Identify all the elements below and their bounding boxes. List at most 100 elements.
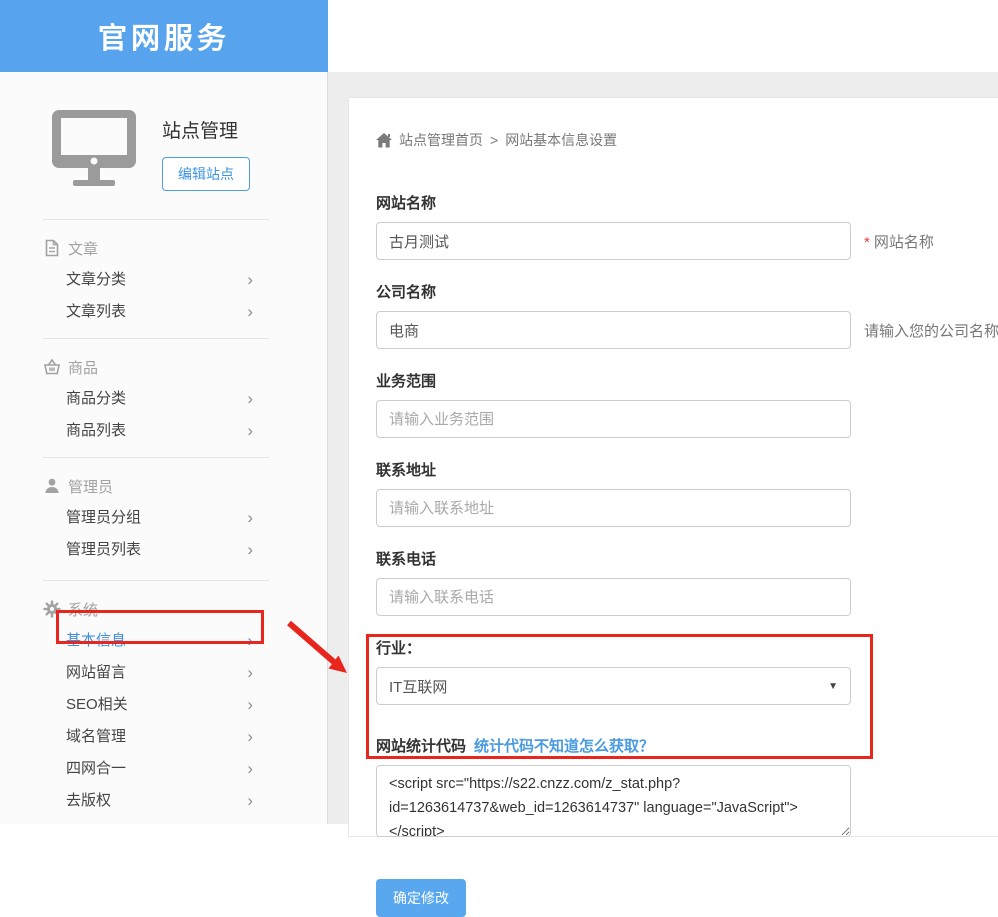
breadcrumb-current: 网站基本信息设置 [505,130,617,150]
menu-section-articles: 文章 文章分类 › 文章列表 › [0,232,327,328]
menu-item-label: 域名管理 [66,728,126,745]
document-icon [43,239,61,257]
sidebar-item-remove-copyright[interactable]: 去版权 › [0,785,327,817]
section-header-articles: 文章 [0,232,327,264]
submit-button[interactable]: 确定修改 [376,879,466,917]
edit-site-button[interactable]: 编辑站点 [162,157,250,191]
menu-item-label: 文章分类 [66,271,126,288]
chevron-right-icon: › [247,625,253,657]
field-contact-address: 联系地址 [376,459,998,527]
chevron-right-icon: › [247,785,253,817]
chevron-right-icon: › [247,264,253,296]
section-header-products: 商品 [0,351,327,383]
field-business-scope: 业务范围 [376,370,998,438]
sidebar-item-four-networks[interactable]: 四网合一 › [0,753,327,785]
sidebar-item-article-category[interactable]: 文章分类 › [0,264,327,296]
menu-section-admins: 管理员 管理员分组 › 管理员列表 › [0,470,327,566]
field-label: 联系电话 [376,548,998,569]
field-contact-phone: 联系电话 [376,548,998,616]
menu-item-label: SEO相关 [66,696,128,713]
brand-area: 官网服务 [0,0,328,72]
site-info-block: 站点管理 编辑站点 [0,72,327,191]
sidebar-item-product-category[interactable]: 商品分类 › [0,383,327,415]
sidebar-item-article-list[interactable]: 文章列表 › [0,296,327,328]
field-website-name: 网站名称 *网站名称 [376,192,998,260]
field-industry: 行业： IT互联网 ▼ [376,637,998,705]
user-icon [43,477,61,495]
menu-item-label: 基本信息 [66,632,126,649]
chevron-right-icon: › [247,296,253,328]
menu-section-products: 商品 商品分类 › 商品列表 › [0,351,327,447]
stats-code-textarea[interactable]: <script src="https://s22.cnzz.com/z_stat… [376,765,851,837]
section-header-system: 系统 [0,593,327,625]
section-label: 文章 [68,238,98,259]
chevron-right-icon: › [247,502,253,534]
gear-icon [43,600,61,618]
field-label: 公司名称 [376,281,998,302]
breadcrumb-home-link[interactable]: 站点管理首页 [399,130,483,150]
industry-select[interactable]: IT互联网 ▼ [376,667,851,705]
menu-item-label: 商品列表 [66,422,126,439]
sidebar-item-domain[interactable]: 域名管理 › [0,721,327,753]
sidebar-item-admin-groups[interactable]: 管理员分组 › [0,502,327,534]
menu-item-label: 四网合一 [66,760,126,777]
website-name-input[interactable] [376,222,851,260]
divider [43,219,269,220]
home-icon [376,133,392,148]
divider [43,457,269,458]
menu-item-label: 网站留言 [66,664,126,681]
chevron-right-icon: › [247,383,253,415]
brand-title: 官网服务 [98,15,230,57]
field-note-text: 网站名称 [874,234,934,251]
required-asterisk: * [864,234,870,251]
field-stats-code: 网站统计代码 统计代码不知道怎么获取？ <script src="https:/… [376,735,998,842]
industry-selected-value: IT互联网 [389,676,447,697]
section-label: 商品 [68,357,98,378]
breadcrumb-separator: > [490,132,498,148]
field-company-name: 公司名称 请输入您的公司名称 [376,281,998,349]
chevron-right-icon: › [247,721,253,753]
chevron-right-icon: › [247,534,253,566]
main-area: 站点管理首页 > 网站基本信息设置 网站名称 *网站名称 公司名称 请输入您的公… [328,72,998,824]
sidebar-item-site-messages[interactable]: 网站留言 › [0,657,327,689]
breadcrumb: 站点管理首页 > 网站基本信息设置 [376,130,998,150]
chevron-right-icon: › [247,657,253,689]
divider [43,580,269,581]
dropdown-arrow-icon: ▼ [828,681,838,692]
section-label: 管理员 [68,476,113,497]
sidebar-item-basic-info[interactable]: 基本信息 › [0,625,327,657]
chevron-right-icon: › [247,753,253,785]
menu-section-system: 系统 基本信息 › 网站留言 › SEO相关 › 域名管理 › 四网合一 › 去… [0,593,327,817]
field-label: 行业： [376,637,998,658]
menu-item-label: 去版权 [66,792,111,809]
section-header-admins: 管理员 [0,470,327,502]
contact-address-input[interactable] [376,489,851,527]
sidebar: 站点管理 编辑站点 文章 文章分类 › 文章列表 › [0,72,328,824]
sidebar-item-seo[interactable]: SEO相关 › [0,689,327,721]
business-scope-input[interactable] [376,400,851,438]
menu-item-label: 商品分类 [66,390,126,407]
section-label: 系统 [68,599,98,620]
field-label: 网站名称 [376,192,998,213]
divider [43,338,269,339]
sidebar-item-admin-list[interactable]: 管理员列表 › [0,534,327,566]
field-label: 业务范围 [376,370,998,391]
sidebar-item-product-list[interactable]: 商品列表 › [0,415,327,447]
field-label: 联系地址 [376,459,998,480]
stats-code-help-link[interactable]: 统计代码不知道怎么获取？ [474,735,654,756]
content-card: 站点管理首页 > 网站基本信息设置 网站名称 *网站名称 公司名称 请输入您的公… [348,97,998,837]
menu-item-label: 文章列表 [66,303,126,320]
company-name-input[interactable] [376,311,851,349]
contact-phone-input[interactable] [376,578,851,616]
top-bar: 官网服务 [0,0,998,72]
field-label: 网站统计代码 [376,735,466,756]
menu-item-label: 管理员列表 [66,541,141,558]
field-note: *网站名称 [864,231,934,252]
field-note: 请输入您的公司名称 [864,320,998,341]
menu-item-label: 管理员分组 [66,509,141,526]
site-title: 站点管理 [162,116,250,143]
chevron-right-icon: › [247,689,253,721]
monitor-icon [52,110,136,191]
chevron-right-icon: › [247,415,253,447]
basket-icon [43,358,61,376]
